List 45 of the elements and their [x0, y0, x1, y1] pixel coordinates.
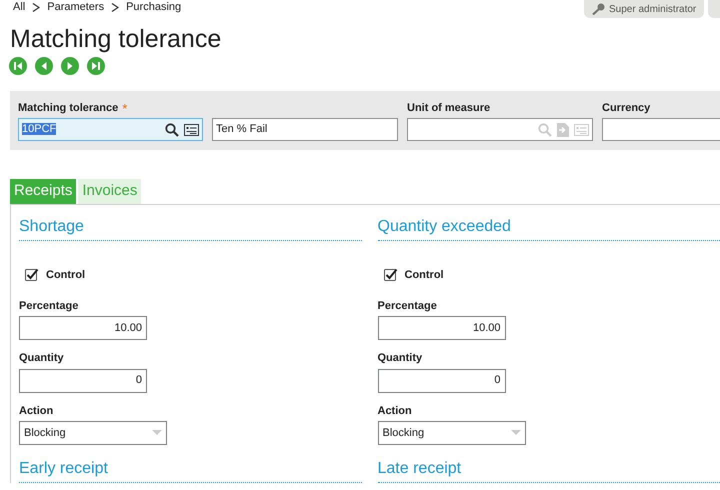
- section-title: Quantity exceeded: [378, 215, 720, 241]
- user-button[interactable]: Super administrator: [584, 0, 704, 18]
- checkbox-label: Control: [404, 268, 444, 283]
- input-field[interactable]: 10.00: [19, 316, 147, 340]
- field-label: Unit of measure: [407, 100, 490, 116]
- field-label: Quantity: [19, 351, 65, 366]
- caret-icon: [510, 430, 520, 436]
- breadcrumb-link[interactable]: Purchasing: [126, 0, 182, 16]
- first-record-icon[interactable]: [9, 57, 27, 75]
- input-field[interactable]: 0: [19, 368, 147, 392]
- section-title: Shortage: [19, 215, 362, 241]
- field-label: Percentage: [378, 298, 438, 314]
- input-field[interactable]: 10.00: [378, 316, 506, 340]
- section-title: Early receipt: [19, 457, 362, 483]
- field-label: Matching tolerance: [18, 100, 118, 116]
- chevron-icon: [111, 2, 120, 12]
- page-title: Matching tolerance: [9, 24, 222, 54]
- input-field[interactable]: Ten % Fail: [212, 118, 398, 141]
- caret-icon: [152, 430, 162, 436]
- list-icon[interactable]: [184, 124, 199, 136]
- chevron-icon: [32, 2, 40, 12]
- previous-record-icon[interactable]: [35, 57, 53, 75]
- checkbox-label: Control: [46, 268, 86, 283]
- breadcrumb-link[interactable]: All: [13, 0, 26, 16]
- section-title: Late receipt: [378, 457, 720, 483]
- field-label: Action: [378, 404, 413, 418]
- document-arrow-icon[interactable]: [557, 122, 569, 136]
- checkbox[interactable]: [25, 268, 39, 282]
- dropdown[interactable]: Blocking: [378, 421, 526, 445]
- checkbox[interactable]: [384, 268, 398, 282]
- search-icon[interactable]: [165, 122, 179, 136]
- dropdown[interactable]: Blocking: [19, 421, 167, 445]
- next-record-icon[interactable]: [61, 57, 79, 75]
- input-field[interactable]: 10PCF: [18, 118, 203, 141]
- input-field[interactable]: [602, 118, 720, 141]
- last-record-icon[interactable]: [87, 57, 105, 75]
- field-label: Quantity: [378, 351, 424, 366]
- field-label: Action: [19, 404, 54, 418]
- key-icon: [592, 3, 605, 15]
- breadcrumb-link[interactable]: Parameters: [47, 0, 104, 16]
- required-mark: *: [122, 102, 128, 114]
- input-field[interactable]: 0: [378, 368, 506, 392]
- field-label: Percentage: [19, 298, 80, 314]
- input-field[interactable]: [407, 118, 593, 141]
- field-label: Currency: [602, 100, 650, 116]
